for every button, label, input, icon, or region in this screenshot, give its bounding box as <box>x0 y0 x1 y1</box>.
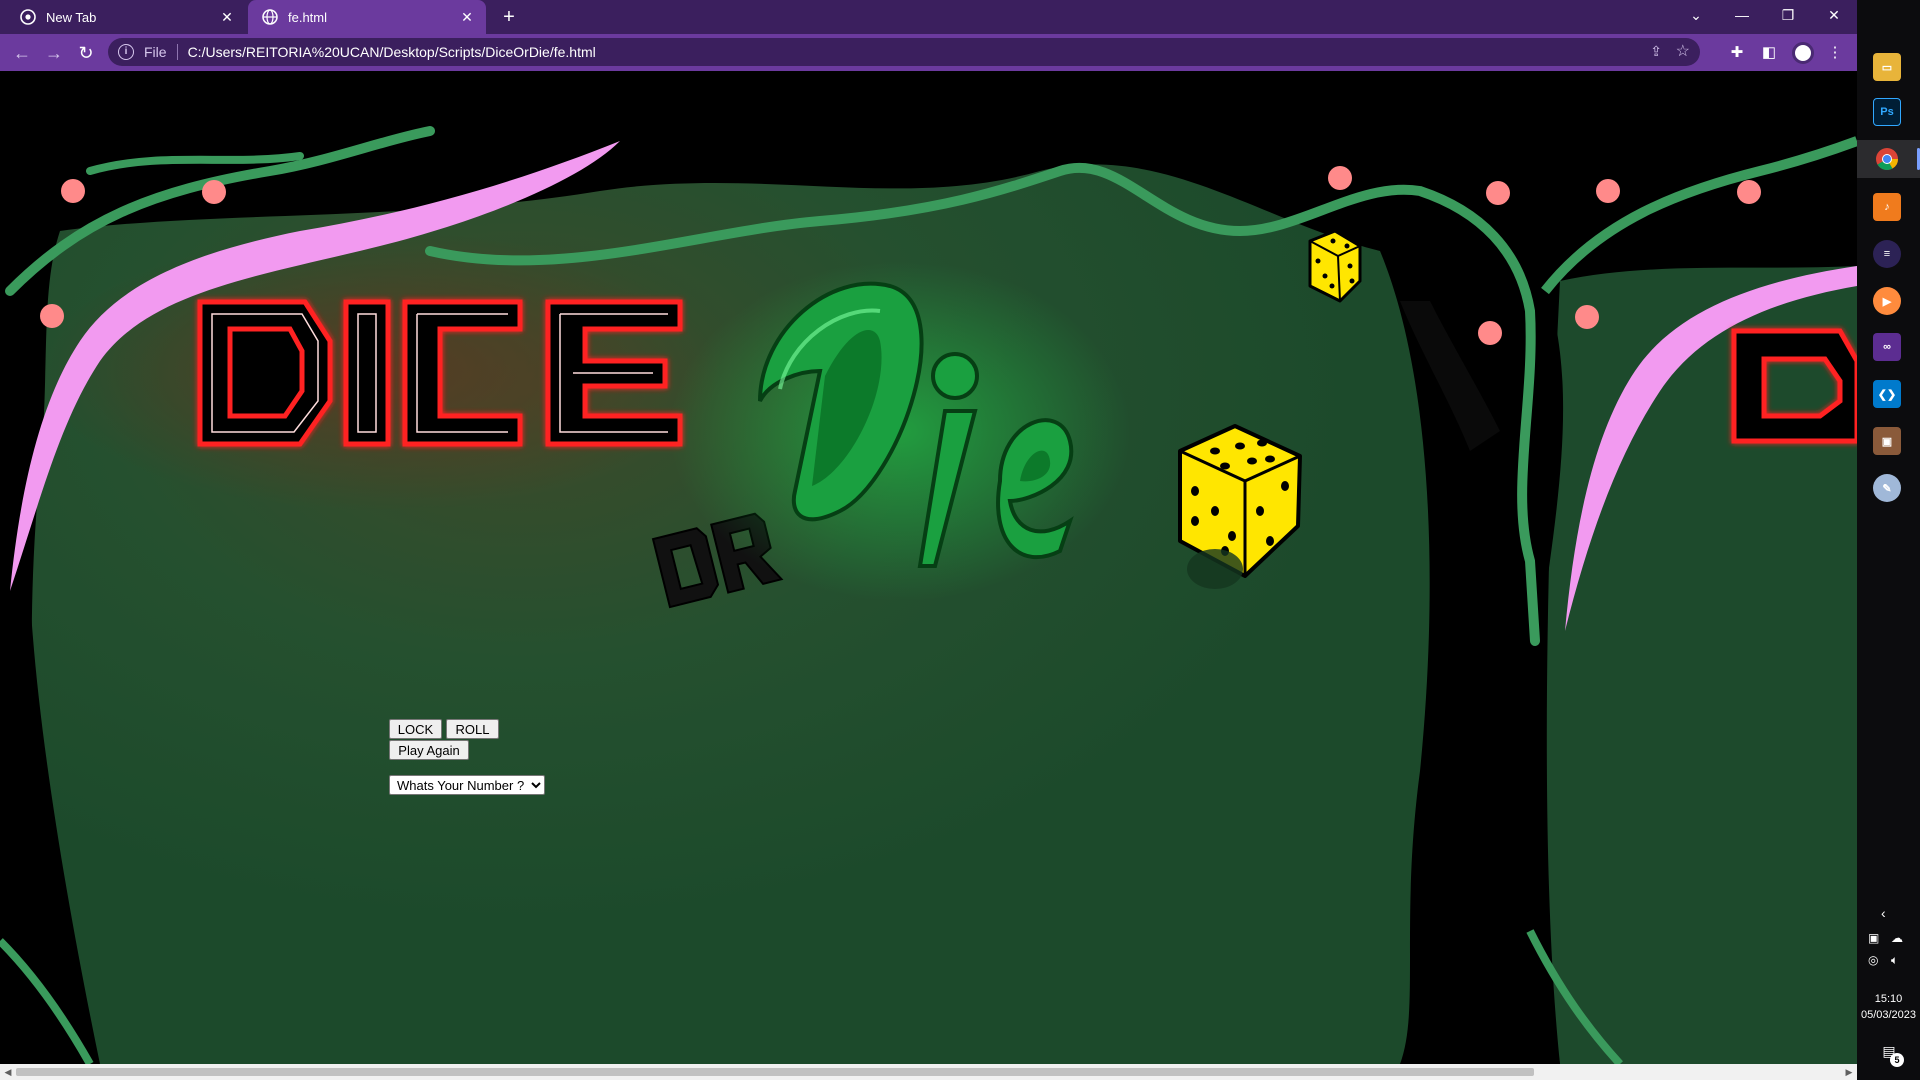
reload-icon[interactable]: ↻ <box>72 39 100 67</box>
share-icon[interactable]: ⇪ <box>1650 43 1662 60</box>
windows-start-icon[interactable] <box>1874 6 1900 32</box>
side-panel-icon[interactable]: ◧ <box>1758 42 1780 64</box>
window-close-icon[interactable]: ✕ <box>1811 0 1857 34</box>
visual-studio-icon[interactable]: ∞ <box>1873 333 1901 361</box>
minimize-icon[interactable]: — <box>1719 0 1765 34</box>
restore-icon[interactable]: ❐ <box>1765 0 1811 34</box>
weather-icon[interactable]: ☁ <box>1891 931 1903 945</box>
media-player-icon[interactable]: ▶ <box>1873 287 1901 315</box>
tab-title: fe.html <box>288 9 328 25</box>
file-explorer-icon[interactable]: ▭ <box>1873 53 1901 81</box>
dice-shadow <box>1187 549 1243 589</box>
photos-icon[interactable]: ▣ <box>1873 427 1901 455</box>
page-viewport: LOCK ROLL Play Again Whats Your Number ? <box>0 71 1857 1064</box>
scheme-label: File <box>144 44 167 60</box>
horizontal-scrollbar[interactable]: ◀ ▶ <box>0 1064 1857 1080</box>
dice-small <box>1308 229 1362 303</box>
omnibox-divider <box>176 44 178 60</box>
lock-button[interactable]: LOCK <box>389 719 442 739</box>
info-icon[interactable]: i <box>118 44 134 60</box>
tab-title: New Tab <box>46 9 97 25</box>
tab-fe-html[interactable]: fe.html ✕ <box>248 0 486 34</box>
eclipse-icon[interactable]: ≡ <box>1873 240 1901 268</box>
tab-strip: New Tab ✕ fe.html ✕ + ⌄ — ❐ ✕ <box>0 0 1857 34</box>
puzzle-icon[interactable]: ✚ <box>1726 42 1748 64</box>
new-tab-button[interactable]: + <box>498 6 520 28</box>
profile-avatar[interactable] <box>1792 42 1814 64</box>
address-bar[interactable]: i File C:/Users/REITORIA%20UCAN/Desktop/… <box>108 38 1700 66</box>
game-background <box>0 126 1857 1064</box>
photoshop-icon[interactable]: Ps <box>1873 98 1901 126</box>
close-tab-icon[interactable]: ✕ <box>458 8 476 26</box>
tab-new-tab[interactable]: New Tab ✕ <box>6 0 246 34</box>
number-select[interactable]: Whats Your Number ? <box>389 775 545 795</box>
windows-taskbar: ▭ Ps ♪ ≡ ▶ ∞ ❮❯ ▣ ✎ ‹ ▣ ☁ ◎ 🔈︎ 15:10 05/… <box>1857 0 1920 1080</box>
felt-table-right <box>1546 266 1857 1064</box>
scroll-left-icon[interactable]: ◀ <box>2 1066 14 1078</box>
kebab-menu-icon[interactable]: ⋮ <box>1824 42 1846 64</box>
globe-icon <box>262 9 278 25</box>
star-icon[interactable]: ☆ <box>1676 41 1690 61</box>
browser-toolbar: ← → ↻ i File C:/Users/REITORIA%20UCAN/De… <box>0 34 1857 71</box>
play-again-button[interactable]: Play Again <box>389 740 469 760</box>
arrow-left-icon[interactable]: ← <box>8 39 36 67</box>
notification-count-badge: 5 <box>1890 1053 1904 1067</box>
clock-time[interactable]: 15:10 <box>1857 993 1920 1005</box>
volume-icon[interactable]: 🔈︎ <box>1891 953 1898 968</box>
meet-now-icon[interactable]: ▣ <box>1868 931 1879 945</box>
chrome-icon <box>20 9 36 25</box>
chevron-left-icon[interactable]: ‹ <box>1881 905 1886 921</box>
scrollbar-thumb[interactable] <box>16 1068 1534 1076</box>
fl-studio-icon[interactable]: ♪ <box>1873 193 1901 221</box>
scroll-right-icon[interactable]: ▶ <box>1843 1066 1855 1078</box>
network-icon[interactable]: ◎ <box>1868 953 1878 967</box>
clock-date[interactable]: 05/03/2023 <box>1857 1009 1920 1021</box>
vscode-icon[interactable]: ❮❯ <box>1873 380 1901 408</box>
tab-search-chevron-icon[interactable]: ⌄ <box>1673 0 1719 34</box>
url-text[interactable]: C:/Users/REITORIA%20UCAN/Desktop/Scripts… <box>188 44 596 60</box>
chrome-icon[interactable] <box>1873 145 1901 173</box>
browser-chrome: New Tab ✕ fe.html ✕ + ⌄ — ❐ ✕ ← → ↻ i Fi… <box>0 0 1857 71</box>
chrome-logo <box>1876 148 1898 170</box>
arrow-right-icon[interactable]: → <box>40 39 68 67</box>
roll-button[interactable]: ROLL <box>446 719 499 739</box>
paint-icon[interactable]: ✎ <box>1873 474 1901 502</box>
close-tab-icon[interactable]: ✕ <box>218 8 236 26</box>
